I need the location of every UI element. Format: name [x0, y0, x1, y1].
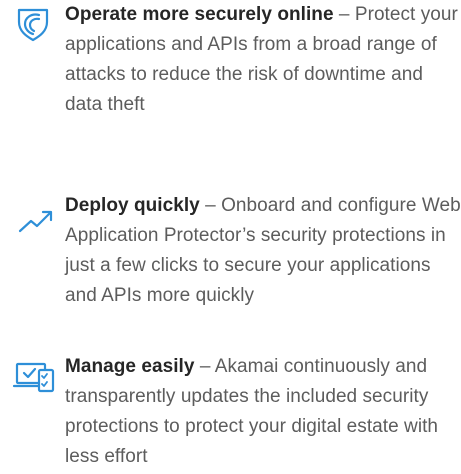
benefit-title: Manage easily	[65, 356, 195, 377]
benefit-title: Operate more securely online	[65, 4, 334, 25]
benefit-item: Manage easily – Akamai continuously and …	[12, 352, 461, 472]
benefit-text: Operate more securely online – Protect y…	[65, 0, 461, 120]
benefit-separator: –	[333, 4, 355, 25]
devices-checklist-icon	[12, 358, 58, 394]
benefit-title: Deploy quickly	[65, 195, 200, 216]
benefit-text: Manage easily – Akamai continuously and …	[65, 352, 461, 472]
benefit-item: Operate more securely online – Protect y…	[12, 0, 461, 120]
trending-up-icon	[12, 201, 58, 237]
benefit-separator: –	[199, 195, 222, 216]
benefit-separator: –	[194, 356, 215, 377]
shield-icon	[12, 6, 58, 42]
benefit-text: Deploy quickly – Onboard and configure W…	[65, 191, 461, 311]
benefit-item: Deploy quickly – Onboard and configure W…	[12, 191, 461, 311]
